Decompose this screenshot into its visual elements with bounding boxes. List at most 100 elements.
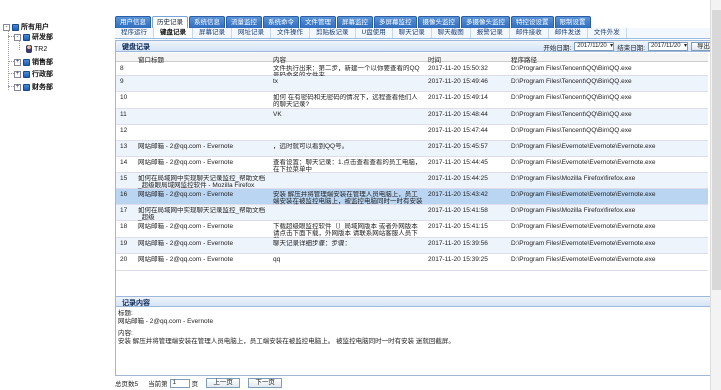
end-date-picker[interactable]: 2017/11/20 ▾ bbox=[648, 42, 688, 51]
cell-content: tx bbox=[273, 78, 279, 85]
collapse-icon[interactable]: - bbox=[3, 23, 10, 31]
panel-title: 键盘记录 bbox=[122, 44, 150, 51]
tab-sub-9[interactable]: 报警记录 bbox=[471, 28, 510, 38]
cell-time: 2017-11-20 15:43:42 bbox=[428, 191, 488, 198]
tab-sub-10[interactable]: 邮件接收 bbox=[510, 28, 549, 38]
expand-icon[interactable]: + bbox=[14, 83, 21, 91]
table-row[interactable]: 14 网站邮箱 - 2@qq.com - Evernote 查看设置：聊天记录：1.… bbox=[116, 157, 708, 173]
table-row[interactable]: 20 网站邮箱 - 2@qq.com - Evernote qq 2017-11-20… bbox=[116, 254, 708, 271]
tab-sub-0[interactable]: 程序运行 bbox=[115, 28, 154, 38]
detail-content-label: 内容: bbox=[118, 330, 133, 337]
table-row[interactable]: 8文件执行出来：第二步，新建一个以你要查看的QQ号码命名的文件夹2017-11-… bbox=[116, 63, 708, 79]
window-scroll-thumb[interactable] bbox=[712, 10, 721, 290]
cell-content: qq bbox=[273, 256, 281, 263]
expand-icon[interactable]: + bbox=[14, 58, 21, 66]
cell-num: 19 bbox=[120, 240, 128, 247]
detail-content-value: 安装 解压并将管理端安装在管理人员电脑上，员工端安装在被监控电脑上。 被监控电脑… bbox=[118, 338, 455, 345]
cell-num: 15 bbox=[120, 175, 128, 182]
tab-sub-2[interactable]: 屏幕记录 bbox=[193, 28, 232, 38]
tab-main-7[interactable]: 多屏幕监控 bbox=[374, 16, 417, 28]
table-row[interactable]: 15 如何在局域网中实现聊天记录监控_帮助文档_超级眼局域网监控软件 - Mozi… bbox=[116, 173, 708, 189]
next-page-button[interactable]: 下一页 bbox=[248, 378, 283, 388]
main-area: 用户信息 历史记录 系统信息 流量监控 系统命令 文件管理 屏幕监控 多屏幕监控 摄像头监控 多摄… bbox=[115, 16, 721, 390]
table-header: 窗口标题 内容 时间 程序路径 bbox=[116, 53, 708, 64]
tab-main-3[interactable]: 流量监控 bbox=[226, 16, 262, 28]
table-row[interactable]: 16 网站邮箱 - 2@qq.com - Evernote 安装 解压并将管理端安装… bbox=[116, 189, 708, 212]
tab-main-4[interactable]: 系统命令 bbox=[263, 16, 299, 28]
app-window: - 所有用户 - 研发部 TR2 + 销售部 + 行政部 + 财务部 用户信息 … bbox=[0, 0, 721, 390]
tab-sub-11[interactable]: 邮件发送 bbox=[549, 28, 588, 38]
cell-num: 8 bbox=[120, 65, 124, 72]
table-row[interactable]: 9 tx 2017-11-20 15:49:46 D:\Program Files\T… bbox=[116, 76, 708, 92]
tab-main-0[interactable]: 用户信息 bbox=[115, 16, 151, 28]
expand-icon[interactable]: + bbox=[14, 70, 21, 78]
cell-time: 2017-11-20 15:44:25 bbox=[428, 175, 488, 182]
start-date-label: 开始日期: bbox=[543, 44, 572, 52]
cell-num: 17 bbox=[120, 207, 128, 214]
tab-sub-4[interactable]: 文件操作 bbox=[271, 28, 310, 38]
cell-num: 10 bbox=[120, 94, 128, 101]
tree-node-root[interactable]: - 所有用户 bbox=[3, 22, 49, 32]
tab-main-8[interactable]: 摄像头监控 bbox=[417, 16, 460, 28]
cell-num: 16 bbox=[120, 191, 128, 198]
tab-sub-8[interactable]: 聊天截图 bbox=[432, 28, 471, 38]
cell-time: 2017-11-20 15:49:14 bbox=[428, 94, 488, 101]
cell-content: ，远时就可以看到QQ号。 bbox=[273, 143, 349, 150]
cell-time: 2017-11-20 15:39:25 bbox=[428, 256, 488, 263]
tree-node-finance[interactable]: + 财务部 bbox=[14, 82, 53, 92]
current-page-label: 当前第 bbox=[148, 381, 168, 388]
tab-sub-5[interactable]: 剪贴板记录 bbox=[310, 28, 356, 38]
tab-sub-1[interactable]: 键盘记录 bbox=[154, 28, 193, 38]
cell-path: D:\Program Files\Tencent\QQ\Bin\QQ.exe bbox=[511, 65, 632, 72]
tab-main-11[interactable]: 限制设置 bbox=[554, 16, 591, 28]
cell-path: D:\Program Files\Tencent\QQ\Bin\QQ.exe bbox=[511, 78, 632, 85]
table-row[interactable]: 10 如何 在有密码和无密码的情况下，远程查看他们人的聊天记录? 2017-11-2… bbox=[116, 92, 708, 109]
cell-num: 12 bbox=[120, 127, 128, 134]
log-table: 窗口标题 内容 时间 程序路径 8 文件执行出来：第二步，新建一个以你要查看的QQ… bbox=[116, 53, 720, 307]
cell-title: 网站邮箱 - 2@qq.com - Evernote bbox=[138, 143, 234, 150]
detail-header: 记录内容 bbox=[116, 296, 720, 307]
page-input[interactable]: 1 bbox=[169, 378, 190, 388]
tree-node-user[interactable]: TR2 bbox=[26, 44, 47, 54]
tab-main-10[interactable]: 特控设设置 bbox=[511, 16, 554, 28]
cell-content: 聊天记录详细步骤：步骤： bbox=[273, 240, 351, 247]
window-scrollbar[interactable] bbox=[710, 0, 721, 390]
cell-num: 9 bbox=[120, 78, 124, 85]
tab-sub-12[interactable]: 文件外发 bbox=[588, 28, 627, 38]
tab-main-9[interactable]: 多摄像头监控 bbox=[461, 16, 510, 28]
cell-time: 2017-11-20 15:50:32 bbox=[428, 65, 488, 72]
start-date-picker[interactable]: 2017/11/20 ▾ bbox=[574, 42, 615, 51]
cell-title: 网站邮箱 - 2@qq.com - Evernote bbox=[138, 191, 234, 198]
tree-node-admin[interactable]: + 行政部 bbox=[14, 69, 53, 79]
table-row[interactable]: 13 网站邮箱 - 2@qq.com - Evernote ，远时就可以看到QQ号。… bbox=[116, 141, 708, 157]
tab-sub-3[interactable]: 网址记录 bbox=[232, 28, 271, 38]
tree-node-sales[interactable]: + 销售部 bbox=[14, 57, 53, 67]
cell-path: D:\Program Files\Evernote\Evernote\Evern… bbox=[511, 143, 656, 150]
tab-sub-6[interactable]: U盘使用 bbox=[356, 28, 393, 38]
cell-time: 2017-11-20 15:45:57 bbox=[428, 143, 488, 150]
table-row[interactable]: 11 VK 2017-11-20 15:48:44 D:\Program Files\… bbox=[116, 109, 708, 125]
cell-time: 2017-11-20 15:49:46 bbox=[428, 78, 488, 85]
table-row[interactable]: 17 如何在局域网中实现聊天记录监控_帮助文档_超级 2017-11-20 15:4… bbox=[116, 205, 708, 221]
table-row[interactable]: 12 2017-11-20 15:47:44 D:\Program Files\Te… bbox=[116, 125, 708, 141]
cell-path: D:\Program Files\Mozilla Firefox\firefox… bbox=[511, 207, 636, 214]
detail-title-value: 网站邮箱 - 2@qq.com - Evernote bbox=[118, 318, 214, 325]
folder-icon bbox=[23, 33, 30, 41]
tab-main-5[interactable]: 文件管理 bbox=[300, 16, 336, 28]
cell-num: 14 bbox=[120, 159, 128, 166]
tab-main-6[interactable]: 屏幕监控 bbox=[337, 16, 373, 28]
table-row[interactable]: 19 网站邮箱 - 2@qq.com - Evernote 聊天记录详细步骤：步骤：… bbox=[116, 238, 708, 254]
cell-title: 如何在局域网中实现聊天记录监控_帮助文档_超级眼局域网监控软件 - Mozill… bbox=[138, 175, 266, 189]
tab-main-1[interactable]: 历史记录 bbox=[152, 16, 188, 28]
folder-icon bbox=[23, 70, 30, 78]
cell-path: D:\Program Files\Tencent\QQ\Bin\QQ.exe bbox=[511, 127, 632, 134]
prev-page-button[interactable]: 上一页 bbox=[206, 378, 241, 388]
date-filter: 开始日期: 2017/11/20 ▾ 结束日期: 2017/11/20 ▾ 导出 bbox=[543, 41, 716, 52]
tab-sub-7[interactable]: 聊天记录 bbox=[393, 28, 432, 38]
pager: 总页数5 当前第 1 页 上一页 下一页 bbox=[115, 377, 283, 389]
dropdown-arrow-icon: ▾ bbox=[683, 43, 687, 49]
table-row[interactable]: 18 网站邮箱 - 2@qq.com - Evernote 下载超级眼监控软件（）局… bbox=[116, 221, 708, 244]
tab-main-2[interactable]: 系统信息 bbox=[189, 16, 225, 28]
page-unit: 页 bbox=[191, 381, 199, 388]
cell-num: 20 bbox=[120, 256, 128, 263]
